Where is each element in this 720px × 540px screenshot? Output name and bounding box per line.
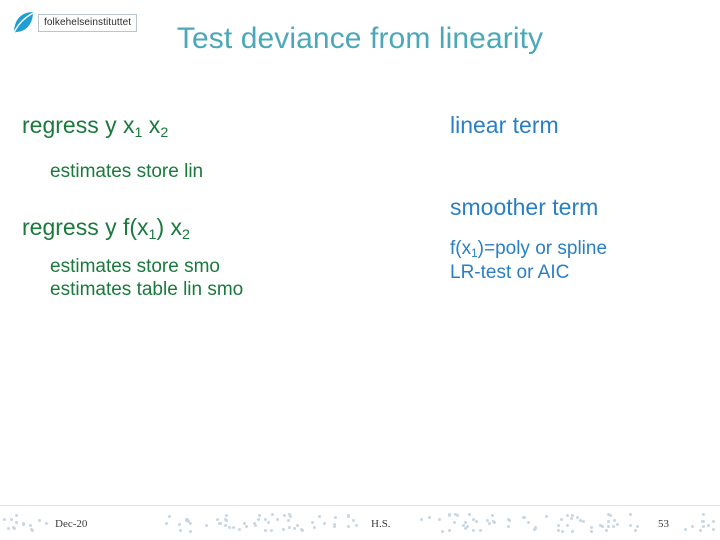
- footer-dot-pattern-far-right: [682, 513, 718, 535]
- code-line-store-lin: estimates store lin: [50, 161, 204, 183]
- code-line-regress-smoother: regress y f(x1) x2: [22, 214, 432, 244]
- annotation-text: )=poly or spline: [477, 237, 608, 259]
- subscript-1: 1: [148, 227, 157, 244]
- subscript-2: 2: [182, 227, 190, 244]
- page-title: Test deviance from linearity: [176, 22, 544, 55]
- footer-divider: [0, 505, 720, 506]
- code-line-store-smo: estimates store smo: [50, 255, 220, 277]
- footer-dot-pattern-middle: [160, 513, 360, 535]
- code-text: regress y x: [22, 112, 135, 138]
- subscript-2: 2: [160, 125, 169, 142]
- annotation-linear-term: linear term: [450, 112, 559, 138]
- annotation-smoother-term: smoother term: [450, 194, 599, 221]
- code-text: regress y f(x: [22, 214, 149, 241]
- annotation-fx-definition: f(x1)=poly or spline: [450, 237, 715, 261]
- subscript-1: 1: [134, 125, 143, 142]
- code-text: x: [142, 112, 161, 138]
- right-annotation-column: linear term smoother term f(x1)=poly or …: [450, 112, 715, 284]
- left-content-column: regress y x1 x2 estimates store lin regr…: [22, 112, 432, 302]
- code-text: ) x: [156, 214, 183, 241]
- footer-author: H.S.: [371, 518, 391, 530]
- code-line-regress-linear: regress y x1 x2: [22, 112, 432, 142]
- footer-date: Dec-20: [55, 518, 88, 530]
- footer-dot-pattern-left: [2, 513, 52, 535]
- footer-page-number: 53: [658, 518, 669, 530]
- annotation-text: f(x: [450, 237, 472, 259]
- footer-dot-pattern-right: [420, 513, 650, 535]
- annotation-lr-test: LR-test or AIC: [450, 261, 570, 283]
- subscript-1: 1: [471, 247, 478, 261]
- code-line-table-lin-smo: estimates table lin smo: [50, 279, 244, 301]
